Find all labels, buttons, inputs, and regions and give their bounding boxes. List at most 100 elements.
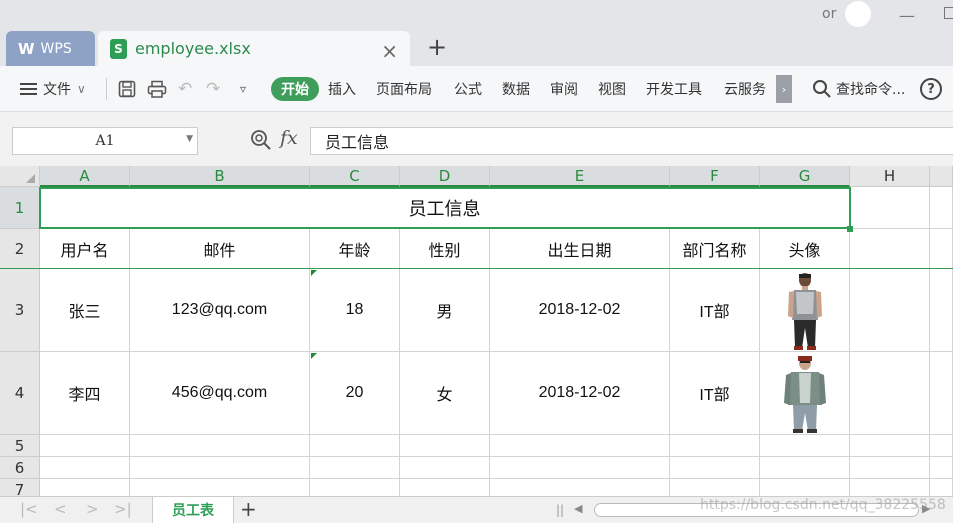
- cell[interactable]: [130, 435, 310, 457]
- cell[interactable]: [930, 229, 953, 269]
- cell[interactable]: [40, 479, 130, 496]
- cell[interactable]: [760, 435, 850, 457]
- cell[interactable]: [40, 457, 130, 479]
- cell[interactable]: [490, 457, 670, 479]
- cell[interactable]: [930, 187, 953, 229]
- cell[interactable]: [930, 435, 953, 457]
- cell[interactable]: [850, 457, 930, 479]
- cell-avatar[interactable]: [760, 352, 850, 435]
- header-cell-age[interactable]: 年龄: [310, 229, 400, 269]
- tab-data[interactable]: 数据: [502, 66, 530, 112]
- cell[interactable]: [670, 435, 760, 457]
- cell[interactable]: [400, 435, 490, 457]
- cell[interactable]: [850, 187, 930, 229]
- close-tab-icon[interactable]: ×: [381, 39, 398, 63]
- row-header-1[interactable]: 1: [0, 187, 40, 229]
- column-header-a[interactable]: A: [40, 166, 130, 187]
- header-cell-avatar[interactable]: 头像: [760, 229, 850, 269]
- chevron-down-icon[interactable]: ▼: [186, 134, 193, 144]
- chevron-right-icon[interactable]: ›: [776, 75, 792, 103]
- header-cell-email[interactable]: 邮件: [130, 229, 310, 269]
- cell[interactable]: [670, 479, 760, 496]
- column-header-g[interactable]: G: [760, 166, 850, 187]
- cell[interactable]: [490, 479, 670, 496]
- cell-email[interactable]: 456@qq.com: [130, 352, 310, 435]
- column-header-c[interactable]: C: [310, 166, 400, 187]
- save-icon[interactable]: [118, 66, 136, 112]
- cell-age[interactable]: 18: [310, 269, 400, 352]
- cell[interactable]: [930, 352, 953, 435]
- cell-email[interactable]: 123@qq.com: [130, 269, 310, 352]
- cell[interactable]: [930, 457, 953, 479]
- cell-name[interactable]: 李四: [40, 352, 130, 435]
- maximize-icon[interactable]: [944, 7, 953, 19]
- help-icon[interactable]: ?: [920, 78, 942, 100]
- cell[interactable]: [490, 435, 670, 457]
- title-cell[interactable]: 员工信息: [40, 187, 850, 229]
- cell[interactable]: [760, 457, 850, 479]
- add-sheet-button[interactable]: +: [240, 497, 257, 521]
- cell[interactable]: [930, 479, 953, 496]
- name-box[interactable]: A1 ▼: [12, 127, 198, 155]
- fill-handle[interactable]: [847, 226, 853, 232]
- tab-developer[interactable]: 开发工具: [646, 66, 702, 112]
- tab-view[interactable]: 视图: [598, 66, 626, 112]
- cell[interactable]: [310, 479, 400, 496]
- select-all-corner[interactable]: [0, 166, 40, 187]
- formula-input[interactable]: 员工信息: [310, 127, 953, 155]
- customize-icon[interactable]: ▿: [240, 66, 246, 112]
- tab-review[interactable]: 审阅: [550, 66, 578, 112]
- sheet-tab-employees[interactable]: 员工表: [152, 497, 234, 523]
- cell[interactable]: [850, 435, 930, 457]
- cell-avatar[interactable]: [760, 269, 850, 352]
- column-header-h[interactable]: H: [850, 166, 930, 187]
- cell-birth-date[interactable]: 2018-12-02: [490, 352, 670, 435]
- cell-department[interactable]: IT部: [670, 269, 760, 352]
- row-header-5[interactable]: 5: [0, 435, 40, 457]
- prev-sheet-icon[interactable]: <: [54, 500, 67, 518]
- header-cell-department[interactable]: 部门名称: [670, 229, 760, 269]
- tab-page-layout[interactable]: 页面布局: [376, 66, 432, 112]
- row-header-7[interactable]: 7: [0, 479, 40, 496]
- tab-cloud-services[interactable]: 云服务: [724, 66, 766, 112]
- redo-icon[interactable]: ↷: [206, 66, 220, 112]
- cell[interactable]: [310, 457, 400, 479]
- scroll-left-icon[interactable]: ◀: [574, 502, 582, 515]
- tab-insert[interactable]: 插入: [328, 66, 356, 112]
- last-sheet-icon[interactable]: >|: [114, 500, 132, 518]
- cell[interactable]: [850, 229, 930, 269]
- cell-name[interactable]: 张三: [40, 269, 130, 352]
- column-header-b[interactable]: B: [130, 166, 310, 187]
- cell[interactable]: [130, 457, 310, 479]
- cell[interactable]: [310, 435, 400, 457]
- cell-birth-date[interactable]: 2018-12-02: [490, 269, 670, 352]
- cell-department[interactable]: IT部: [670, 352, 760, 435]
- undo-icon[interactable]: ↶: [178, 66, 192, 112]
- first-sheet-icon[interactable]: |<: [20, 500, 38, 518]
- wps-home-tab[interactable]: W WPS: [6, 31, 95, 66]
- cell[interactable]: [130, 479, 310, 496]
- avatar[interactable]: [845, 1, 871, 27]
- row-header-2[interactable]: 2: [0, 229, 40, 269]
- cell-age[interactable]: 20: [310, 352, 400, 435]
- column-header-d[interactable]: D: [400, 166, 490, 187]
- new-tab-button[interactable]: +: [427, 33, 447, 61]
- zoom-icon[interactable]: [250, 129, 272, 156]
- column-header-i[interactable]: [930, 166, 953, 187]
- command-search[interactable]: 查找命令...: [812, 66, 905, 112]
- tab-formulas[interactable]: 公式: [454, 66, 482, 112]
- next-sheet-icon[interactable]: >: [86, 500, 99, 518]
- cell[interactable]: [40, 435, 130, 457]
- minimize-icon[interactable]: —: [899, 6, 915, 25]
- avatar-photo[interactable]: [776, 353, 833, 433]
- cell[interactable]: [850, 269, 930, 352]
- cell[interactable]: [400, 457, 490, 479]
- header-cell-username[interactable]: 用户名: [40, 229, 130, 269]
- function-icon[interactable]: fx: [280, 127, 298, 149]
- column-header-f[interactable]: F: [670, 166, 760, 187]
- document-tab[interactable]: S employee.xlsx ×: [98, 31, 410, 66]
- row-header-6[interactable]: 6: [0, 457, 40, 479]
- cell-gender[interactable]: 女: [400, 352, 490, 435]
- header-cell-birth-date[interactable]: 出生日期: [490, 229, 670, 269]
- print-icon[interactable]: [147, 66, 167, 112]
